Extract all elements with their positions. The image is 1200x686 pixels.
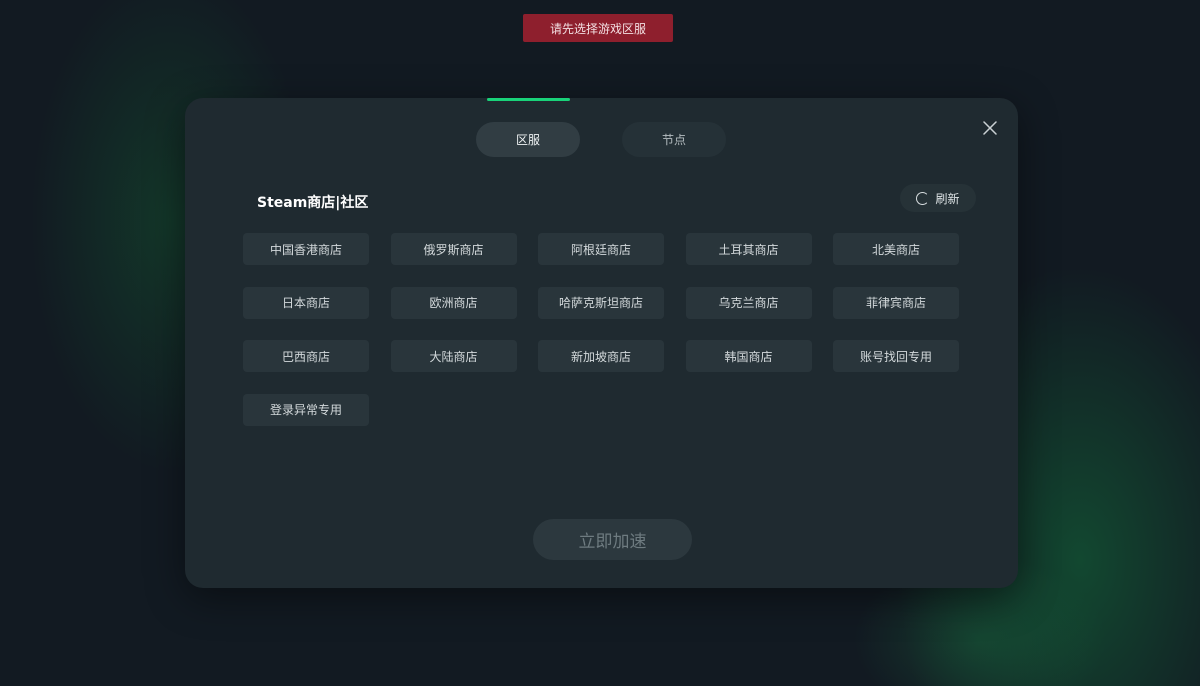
server-item[interactable]: 乌克兰商店	[685, 286, 812, 319]
accelerate-label: 立即加速	[578, 532, 647, 552]
tab-region-label: 区服	[515, 133, 540, 147]
server-item[interactable]: 北美商店	[833, 233, 959, 265]
error-toast: 请先选择游戏区服	[523, 14, 673, 42]
server-item[interactable]: 菲律宾商店	[833, 286, 959, 319]
section-title: Steam商店|社区	[257, 195, 369, 211]
server-item[interactable]: 韩国商店	[685, 340, 812, 372]
close-icon	[983, 121, 997, 135]
accelerate-button[interactable]: 立即加速	[533, 519, 692, 560]
server-item[interactable]: 欧洲商店	[390, 286, 517, 319]
server-item[interactable]: 阿根廷商店	[538, 233, 664, 265]
server-item[interactable]: 账号找回专用	[833, 340, 959, 372]
refresh-button[interactable]: 刷新	[900, 184, 976, 212]
server-item[interactable]: 中国香港商店	[243, 233, 369, 265]
refresh-spinner-icon	[916, 191, 930, 205]
tab-node[interactable]: 节点	[622, 122, 726, 157]
server-item[interactable]: 土耳其商店	[685, 233, 812, 265]
server-item[interactable]: 日本商店	[243, 286, 369, 319]
server-grid: 中国香港商店 俄罗斯商店 阿根廷商店 土耳其商店 北美商店 日本商店 欧洲商店 …	[243, 233, 959, 426]
server-item[interactable]: 巴西商店	[243, 340, 369, 372]
toast-message: 请先选择游戏区服	[549, 21, 646, 36]
tab-node-label: 节点	[661, 133, 686, 147]
server-item[interactable]: 大陆商店	[390, 340, 517, 372]
tab-region[interactable]: 区服	[476, 122, 580, 157]
server-item[interactable]: 登录异常专用	[243, 393, 369, 426]
refresh-label: 刷新	[935, 191, 960, 206]
close-button[interactable]	[978, 116, 1002, 140]
tab-active-indicator	[487, 98, 570, 101]
region-select-modal: 区服 节点 Steam商店|社区 刷新 中国香港商店 俄罗斯商店 阿根廷商店 土…	[185, 98, 1018, 588]
server-item[interactable]: 哈萨克斯坦商店	[538, 286, 664, 319]
server-item[interactable]: 新加坡商店	[538, 340, 664, 372]
server-item[interactable]: 俄罗斯商店	[390, 233, 517, 265]
